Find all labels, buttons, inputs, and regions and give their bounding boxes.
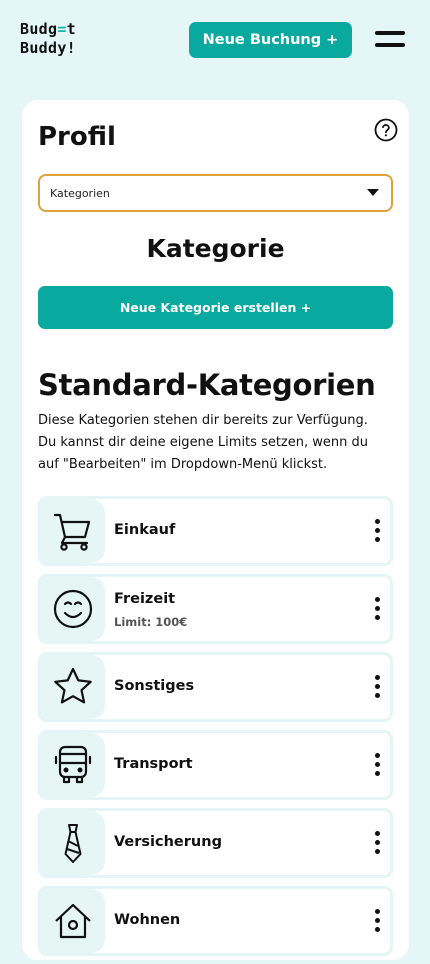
logo[interactable]: Budg=t Buddy! xyxy=(20,20,76,58)
shopping-cart-icon xyxy=(41,499,105,563)
category-name: Wohnen xyxy=(114,912,181,928)
category-name: Sonstiges xyxy=(114,678,195,694)
category-item[interactable]: Sonstiges xyxy=(38,652,393,722)
new-booking-button[interactable]: Neue Buchung + xyxy=(189,22,352,58)
more-options-icon[interactable] xyxy=(374,909,382,933)
star-icon xyxy=(41,655,105,719)
more-options-icon[interactable] xyxy=(374,675,382,699)
bus-icon xyxy=(41,733,105,797)
category-item[interactable]: Transport xyxy=(38,730,393,800)
chevron-down-icon xyxy=(367,189,379,196)
tie-icon xyxy=(41,811,105,875)
hamburger-menu-icon[interactable] xyxy=(375,30,405,50)
category-name: Transport xyxy=(114,756,193,772)
category-limit: Limit: 100€ xyxy=(114,615,188,629)
category-item[interactable]: Freizeit Limit: 100€ xyxy=(38,574,393,644)
category-name: Freizeit xyxy=(114,591,176,607)
more-options-icon[interactable] xyxy=(374,753,382,777)
category-item[interactable]: Wohnen xyxy=(38,886,393,956)
category-view-select[interactable]: Kategorien xyxy=(38,174,393,212)
category-name: Einkauf xyxy=(114,522,176,538)
more-options-icon[interactable] xyxy=(374,519,382,543)
standard-categories-title: Standard-Kategorien xyxy=(38,368,376,402)
house-icon xyxy=(41,889,105,953)
category-item[interactable]: Einkauf xyxy=(38,496,393,566)
select-value: Kategorien xyxy=(50,186,110,200)
more-options-icon[interactable] xyxy=(374,831,382,855)
question-circle-icon[interactable] xyxy=(374,118,398,142)
standard-categories-description: Diese Kategorien stehen dir bereits zur … xyxy=(38,413,368,472)
more-options-icon[interactable] xyxy=(374,597,382,621)
page-title: Profil xyxy=(38,122,116,152)
smiley-icon xyxy=(41,577,105,641)
top-bar: Budg=t Buddy! Neue Buchung + xyxy=(0,0,430,80)
category-list: Einkauf Freizeit Limit: 100€ Sonstiges T… xyxy=(38,496,393,964)
category-item[interactable]: Versicherung xyxy=(38,808,393,878)
new-category-button[interactable]: Neue Kategorie erstellen + xyxy=(38,286,393,329)
section-title: Kategorie xyxy=(146,234,285,263)
profile-card: Profil Kategorien Kategorie Neue Kategor… xyxy=(22,100,409,960)
category-name: Versicherung xyxy=(114,834,222,850)
